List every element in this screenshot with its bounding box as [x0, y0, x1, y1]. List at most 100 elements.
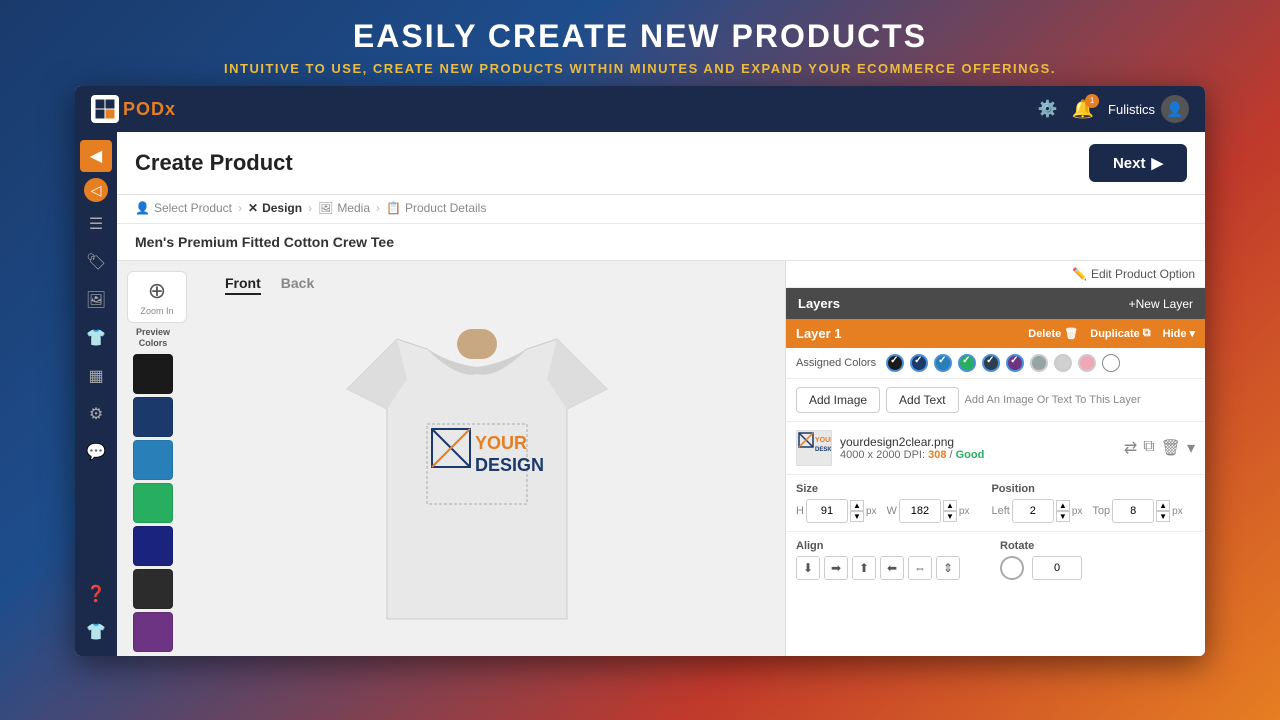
h-label: H — [796, 505, 804, 517]
height-input[interactable] — [806, 499, 848, 523]
left-input[interactable] — [1012, 499, 1054, 523]
top-input[interactable] — [1112, 499, 1154, 523]
height-down-btn[interactable]: ▼ — [850, 511, 864, 522]
breadcrumb-media[interactable]: 🖼 Media — [318, 201, 370, 215]
top-up-btn[interactable]: ▲ — [1156, 500, 1170, 511]
delete-layer-btn[interactable]: Delete 🗑 — [1028, 327, 1078, 340]
add-text-button[interactable]: Add Text — [886, 387, 958, 413]
rotate-row — [1000, 556, 1082, 580]
width-unit: px — [959, 506, 970, 517]
next-arrow-icon: ▶ — [1151, 154, 1163, 172]
sidebar-item-list[interactable]: ☰ — [80, 208, 112, 240]
swatch-black[interactable] — [133, 354, 173, 394]
width-input[interactable] — [899, 499, 941, 523]
sidebar-item-shirt[interactable]: 👕 — [80, 322, 112, 354]
left-up-btn[interactable]: ▲ — [1056, 500, 1070, 511]
height-up-btn[interactable]: ▲ — [850, 500, 864, 511]
trash-icon[interactable]: 🗑 — [1161, 438, 1181, 458]
assigned-color-black[interactable] — [886, 354, 904, 372]
swatch-dark2[interactable] — [133, 569, 173, 609]
sidebar-item-help[interactable]: ❓ — [80, 578, 112, 610]
new-layer-button[interactable]: +New Layer — [1129, 297, 1193, 311]
align-label: Align — [796, 540, 960, 552]
sidebar-item-chat[interactable]: 💬 — [80, 436, 112, 468]
sidebar-item-settings[interactable]: ⚙ — [80, 398, 112, 430]
tab-back[interactable]: Back — [281, 275, 314, 295]
top-down-btn[interactable]: ▼ — [1156, 511, 1170, 522]
canvas-area: ⊕ Zoom In Front Back — [117, 261, 785, 656]
user-area[interactable]: Fulistics 👤 — [1108, 95, 1189, 123]
page-title: Create Product — [135, 150, 293, 176]
sidebar-item-tag[interactable]: 🏷 — [80, 246, 112, 278]
settings-icon[interactable]: ⚙️ — [1038, 99, 1058, 119]
sidebar-item-back[interactable]: ◀ — [80, 140, 112, 172]
height-stepper: ▲ ▼ — [850, 500, 864, 522]
copy-icon[interactable]: ⧉ — [1143, 438, 1154, 458]
edit-product-option[interactable]: ✏️ Edit Product Option — [786, 261, 1205, 288]
notification-icon[interactable]: 🔔 1 — [1072, 99, 1094, 120]
assigned-color-navy[interactable] — [910, 354, 928, 372]
view-tabs: Front Back — [225, 271, 314, 295]
assigned-color-gray[interactable] — [1030, 354, 1048, 372]
layers-title: Layers — [798, 296, 840, 311]
sidebar-item-tshirt[interactable]: 👕 — [80, 616, 112, 648]
width-up-btn[interactable]: ▲ — [943, 500, 957, 511]
breadcrumb-design[interactable]: ✕ Design — [248, 201, 302, 215]
zoom-button[interactable]: ⊕ Zoom In — [127, 271, 187, 323]
width-down-btn[interactable]: ▼ — [943, 511, 957, 522]
sidebar-item-grid[interactable]: ▦ — [80, 360, 112, 392]
swatch-green[interactable] — [133, 483, 173, 523]
height-field: H ▲ ▼ px — [796, 499, 877, 523]
rotate-handle[interactable] — [1000, 556, 1024, 580]
add-image-button[interactable]: Add Image — [796, 387, 880, 413]
position-group: Position Left ▲ ▼ — [991, 483, 1182, 523]
logo-icon — [91, 95, 119, 123]
hide-layer-btn[interactable]: Hide ▾ — [1163, 327, 1195, 340]
main-area: ◀ ◁ ☰ 🏷 🖼 👕 ▦ ⚙ 💬 ❓ 👕 Create Product — [75, 132, 1205, 656]
breadcrumb-product-details[interactable]: 📋 Product Details — [386, 201, 486, 215]
assigned-color-purple[interactable] — [1006, 354, 1024, 372]
swatch-blue[interactable] — [133, 440, 173, 480]
tab-front[interactable]: Front — [225, 275, 261, 295]
breadcrumb-select-product[interactable]: 👤 Select Product — [135, 201, 232, 215]
swatch-darkblue[interactable] — [133, 526, 173, 566]
breadcrumb-sep-2: › — [308, 201, 312, 215]
assigned-color-pink[interactable] — [1078, 354, 1096, 372]
assigned-color-dark[interactable] — [982, 354, 1000, 372]
align-icons: ⬇ ➡ ⬆ ⬅ ⇔ ⇕ — [796, 556, 960, 580]
align-left-btn[interactable]: ⬅ — [880, 556, 904, 580]
assigned-color-check[interactable] — [1102, 354, 1120, 372]
replace-icon[interactable]: ⇄ — [1124, 438, 1137, 458]
image-meta: 4000 x 2000 DPI: 308 / Good — [840, 449, 1116, 461]
sidebar-toggle[interactable]: ◁ — [84, 178, 108, 202]
width-stepper: ▲ ▼ — [943, 500, 957, 522]
expand-icon[interactable]: ▾ — [1187, 438, 1195, 458]
quality-label: Good — [956, 449, 985, 461]
swatch-purple[interactable] — [133, 612, 173, 652]
size-group: Size H ▲ ▼ — [796, 483, 969, 523]
svg-text:DESIGN: DESIGN — [475, 455, 544, 475]
next-button[interactable]: Next ▶ — [1089, 144, 1187, 182]
align-top-btn[interactable]: ⬆ — [852, 556, 876, 580]
duplicate-layer-btn[interactable]: Duplicate ⧉ — [1090, 327, 1150, 340]
align-hcenter-btn[interactable]: ⇔ — [908, 556, 932, 580]
layer1-name: Layer 1 — [796, 326, 1020, 341]
assigned-color-lightgray[interactable] — [1054, 354, 1072, 372]
width-field: W ▲ ▼ px — [887, 499, 970, 523]
assigned-colors-row: Assigned Colors — [786, 348, 1205, 379]
assigned-color-green[interactable] — [958, 354, 976, 372]
sidebar-item-image[interactable]: 🖼 — [80, 284, 112, 316]
product-name: Men's Premium Fitted Cotton Crew Tee — [135, 234, 394, 250]
rotate-label: Rotate — [1000, 540, 1082, 552]
left-down-btn[interactable]: ▼ — [1056, 511, 1070, 522]
align-right-btn[interactable]: ➡ — [824, 556, 848, 580]
top-unit: px — [1172, 506, 1183, 517]
align-vcenter-btn[interactable]: ⇕ — [936, 556, 960, 580]
rotate-input[interactable] — [1032, 556, 1082, 580]
swatch-navy[interactable] — [133, 397, 173, 437]
chevron-down-icon: ▾ — [1189, 327, 1195, 340]
assigned-color-blue[interactable] — [934, 354, 952, 372]
duplicate-icon: ⧉ — [1143, 327, 1151, 340]
dpi-label: DPI: — [904, 449, 928, 461]
align-bottom-btn[interactable]: ⬇ — [796, 556, 820, 580]
